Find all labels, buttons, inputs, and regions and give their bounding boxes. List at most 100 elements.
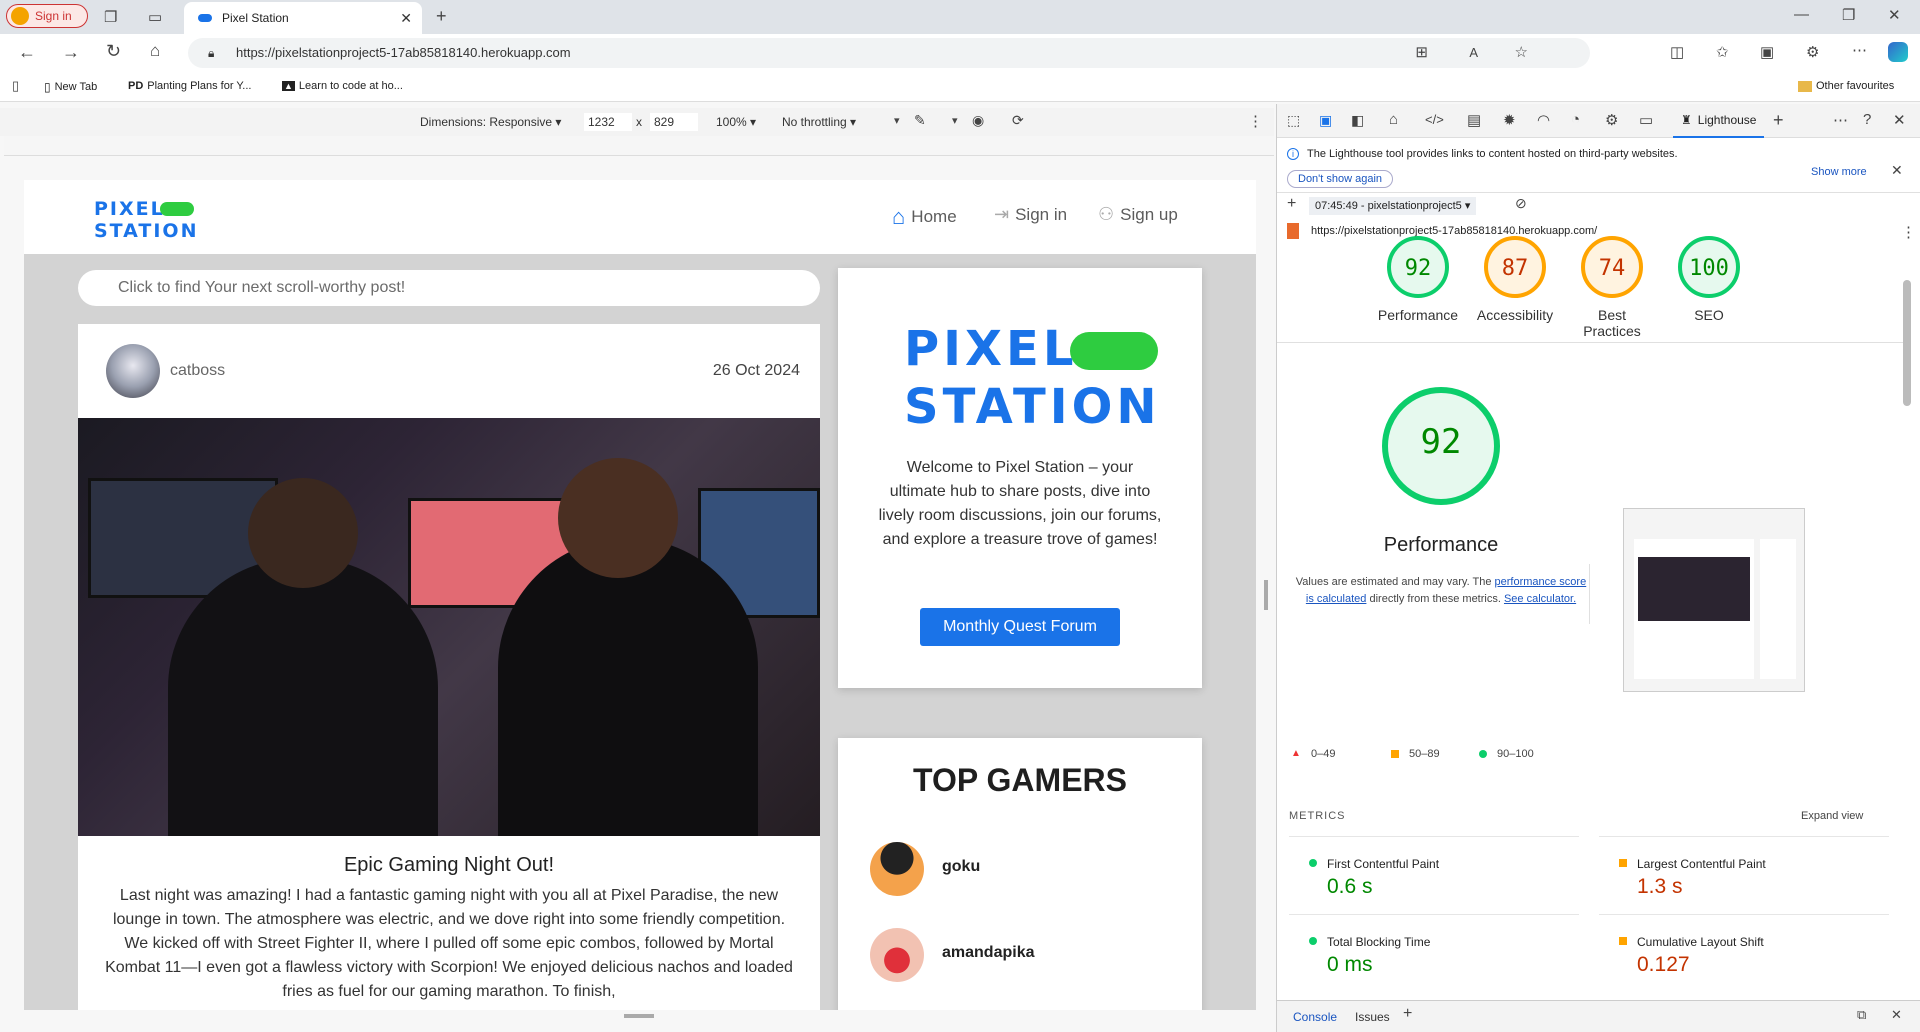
extensions-icon[interactable]: ⚙ — [1806, 43, 1819, 61]
score-gauge-seo[interactable]: 100 SEO — [1664, 234, 1754, 323]
other-favourites[interactable]: Other favourites — [1798, 80, 1894, 92]
bookmark-doc-icon: ▯ — [12, 78, 20, 93]
rotate-icon[interactable]: ⟳ — [1012, 112, 1024, 129]
divider — [1277, 342, 1907, 343]
resize-handle-bottom[interactable] — [624, 1014, 654, 1018]
close-notice-icon[interactable]: ✕ — [1891, 162, 1903, 179]
score-gauge-best-practices[interactable]: 74 Best Practices — [1567, 234, 1657, 339]
minimize-icon[interactable]: — — [1794, 6, 1809, 23]
tab-lighthouse[interactable]: ♜ Lighthouse — [1673, 104, 1765, 138]
welcome-home-icon[interactable]: ⌂ — [1389, 111, 1398, 128]
application-icon[interactable]: ▭ — [1639, 111, 1653, 129]
url-input[interactable]: 🔒︎ https://pixelstationproject5-17ab8581… — [188, 38, 1590, 68]
gamer-name[interactable]: amandapika — [942, 944, 1034, 962]
performance-detail: 92 Performance Values are estimated and … — [1291, 384, 1591, 644]
new-report-plus-icon[interactable]: + — [1287, 195, 1296, 213]
width-input[interactable]: 1232 — [584, 113, 632, 131]
clear-reports-icon[interactable]: ⊘ — [1515, 195, 1527, 212]
app-available-icon[interactable]: ⊞ — [1415, 38, 1428, 68]
settings-gear-icon[interactable]: ⚙ — [1605, 111, 1618, 129]
inspect-icon[interactable]: ⬚ — [1287, 112, 1300, 129]
active-tab[interactable]: Pixel Station ✕ — [184, 2, 422, 34]
post-image[interactable] — [78, 418, 820, 836]
split-screen-icon[interactable]: ◫ — [1670, 43, 1684, 61]
close-tab-icon[interactable]: ✕ — [400, 10, 412, 27]
panel-scrollbar[interactable] — [1903, 280, 1911, 406]
nav-home[interactable]: ⌂ Home — [892, 204, 957, 230]
see-calculator-link[interactable]: See calculator. — [1504, 593, 1576, 605]
drawer-tab-issues[interactable]: Issues — [1355, 1010, 1390, 1024]
refresh-icon[interactable]: ↻ — [106, 41, 121, 62]
search-input[interactable]: Click to find Your next scroll-worthy po… — [78, 270, 820, 306]
close-devtools-icon[interactable]: ✕ — [1893, 111, 1906, 129]
add-user-icon: ⚇ — [1098, 204, 1115, 224]
new-tab-icon[interactable]: + — [436, 6, 447, 27]
metric-value: 0 ms — [1327, 953, 1373, 976]
monthly-quest-button[interactable]: Monthly Quest Forum — [920, 608, 1120, 646]
avatar[interactable] — [870, 842, 924, 896]
score-gauge-accessibility[interactable]: 87 Accessibility — [1470, 234, 1560, 323]
bookmark-learn-code[interactable]: ▲ Learn to code at ho... — [282, 80, 403, 92]
top-gamers-card: TOP GAMERS goku amandapika — [838, 738, 1202, 1010]
close-window-icon[interactable]: ✕ — [1888, 6, 1901, 24]
browser-tab-bar: Sign in ❐ ▭ Pixel Station ✕ + — ❐ ✕ — [0, 0, 1920, 34]
devtools-more-icon[interactable]: ⋯ — [1833, 111, 1848, 129]
sensor-icon[interactable]: ✎ — [914, 112, 926, 129]
nav-sign-in[interactable]: ⇥ Sign in — [994, 204, 1067, 225]
site-logo[interactable]: PIXEL STATION — [94, 198, 198, 242]
pd-icon: PD — [128, 80, 144, 92]
collections-icon[interactable]: ▣ — [1760, 43, 1774, 61]
performance-icon[interactable]: ◔ — [1571, 111, 1580, 128]
forward-icon[interactable]: → — [62, 42, 80, 63]
more-menu-icon[interactable]: ⋯ — [1852, 41, 1867, 59]
zoom-select[interactable]: 100% ▾ — [716, 115, 756, 129]
show-more-link[interactable]: Show more — [1811, 166, 1867, 178]
avatar[interactable] — [106, 344, 160, 398]
network-wifi-icon[interactable]: ◠ — [1537, 111, 1550, 129]
devtools-panel: ⬚ ▣ ◧ ⌂ </> ▤ ✹ ◠ ◔ ⚙ ▭ ♜ Lighthouse + ⋯… — [1276, 104, 1920, 1032]
more-tools-plus-icon[interactable]: + — [1773, 110, 1784, 131]
score-value: 92 — [1404, 256, 1432, 281]
back-icon[interactable]: ← — [18, 42, 36, 63]
more-options-chevron-icon[interactable]: ▾ — [894, 114, 900, 127]
read-aloud-icon[interactable]: A — [1469, 38, 1478, 68]
restore-icon[interactable]: ❐ — [1842, 6, 1855, 24]
height-input[interactable]: 829 — [650, 113, 698, 131]
info-icon: i — [1287, 148, 1299, 160]
device-toggle-icon[interactable]: ▣ — [1319, 112, 1332, 129]
home-icon[interactable]: ⌂ — [150, 41, 160, 61]
drawer-dock-icon[interactable]: ⧉ — [1857, 1007, 1866, 1023]
help-icon[interactable]: ? — [1863, 111, 1871, 128]
score-gauge-performance[interactable]: 92 Performance — [1373, 234, 1463, 323]
close-drawer-icon[interactable]: ✕ — [1891, 1007, 1902, 1023]
workspaces-icon[interactable]: ❐ — [104, 8, 117, 26]
dimensions-select[interactable]: Dimensions: Responsive ▾ — [420, 115, 561, 129]
dock-icon[interactable]: ◧ — [1351, 112, 1364, 129]
bookmark-planting-plans[interactable]: PD Planting Plans for Y... — [128, 80, 251, 92]
nav-sign-up[interactable]: ⚇ Sign up — [1098, 204, 1178, 225]
avatar[interactable] — [870, 928, 924, 982]
add-drawer-tab-icon[interactable]: + — [1403, 1005, 1412, 1023]
profile-button[interactable]: Sign in — [6, 4, 88, 28]
elements-icon[interactable]: </> — [1425, 112, 1444, 127]
vision-chevron-icon[interactable]: ▾ — [952, 114, 958, 127]
resize-handle-side[interactable] — [1264, 580, 1268, 610]
expand-view-link[interactable]: Expand view — [1801, 810, 1863, 822]
console-icon[interactable]: ▤ — [1467, 111, 1481, 129]
gamer-name[interactable]: goku — [942, 858, 980, 876]
tab-actions-icon[interactable]: ▭ — [148, 8, 162, 26]
throttling-select[interactable]: No throttling ▾ — [782, 115, 856, 129]
copilot-icon[interactable] — [1888, 42, 1908, 62]
favorite-star-icon[interactable]: ☆ — [1515, 38, 1528, 68]
page-screenshot-thumbnail[interactable] — [1623, 508, 1805, 692]
drawer-tab-console[interactable]: Console — [1293, 1010, 1337, 1024]
report-menu-icon[interactable]: ⋮ — [1901, 223, 1916, 241]
dont-show-again-button[interactable]: Don't show again — [1287, 170, 1394, 188]
report-select[interactable]: 07:45:49 - pixelstationproject5 ▾ — [1309, 197, 1477, 215]
bookmark-new-tab[interactable]: ▯ New Tab — [44, 80, 97, 94]
eye-icon[interactable]: ◉ — [972, 112, 984, 129]
device-more-icon[interactable]: ⋮ — [1248, 112, 1263, 130]
favorites-icon[interactable]: ✩ — [1716, 43, 1729, 61]
sources-bug-icon[interactable]: ✹ — [1503, 111, 1516, 129]
post-author[interactable]: catboss — [170, 362, 225, 380]
